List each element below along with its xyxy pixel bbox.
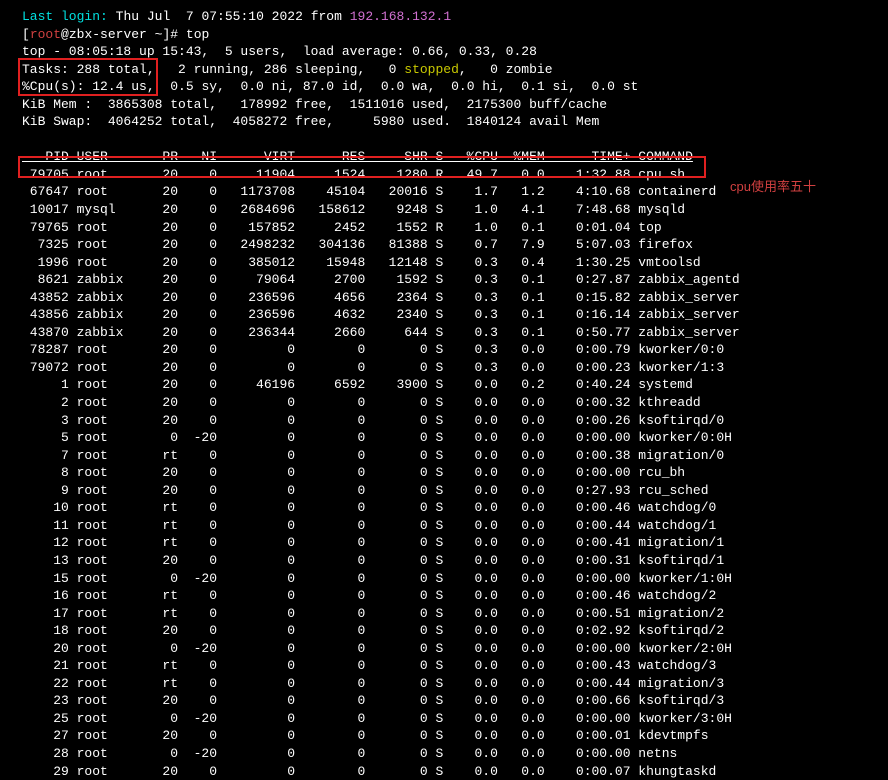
cpu-us-value: 12.4 us, <box>84 79 154 94</box>
process-row[interactable]: 18 root 20 0 0 0 0 S 0.0 0.0 0:02.92 kso… <box>22 622 884 640</box>
login-date: Thu Jul 7 07:55:10 2022 <box>116 9 303 24</box>
top-summary: top - 08:05:18 up 15:43, 5 users, load a… <box>22 43 884 61</box>
process-row[interactable]: 1996 root 20 0 385012 15948 12148 S 0.3 … <box>22 254 884 272</box>
process-row[interactable]: 43856 zabbix 20 0 236596 4632 2340 S 0.3… <box>22 306 884 324</box>
process-row[interactable]: 9 root 20 0 0 0 0 S 0.0 0.0 0:27.93 rcu_… <box>22 482 884 500</box>
process-row[interactable]: 12 root rt 0 0 0 0 S 0.0 0.0 0:00.41 mig… <box>22 534 884 552</box>
process-row[interactable]: 29 root 20 0 0 0 0 S 0.0 0.0 0:00.07 khu… <box>22 763 884 780</box>
top-tasks: Tasks: 288 total, 2 running, 286 sleepin… <box>22 61 884 79</box>
process-row[interactable]: 5 root 0 -20 0 0 0 S 0.0 0.0 0:00.00 kwo… <box>22 429 884 447</box>
process-row[interactable]: 3 root 20 0 0 0 0 S 0.0 0.0 0:00.26 ksof… <box>22 412 884 430</box>
process-row[interactable]: 25 root 0 -20 0 0 0 S 0.0 0.0 0:00.00 kw… <box>22 710 884 728</box>
process-row[interactable]: 11 root rt 0 0 0 0 S 0.0 0.0 0:00.44 wat… <box>22 517 884 535</box>
prompt-host: zbx-server <box>69 27 147 42</box>
process-row[interactable]: 8621 zabbix 20 0 79064 2700 1592 S 0.3 0… <box>22 271 884 289</box>
process-row[interactable]: 17 root rt 0 0 0 0 S 0.0 0.0 0:00.51 mig… <box>22 605 884 623</box>
login-ip: 192.168.132.1 <box>350 9 451 24</box>
top-mem: KiB Mem : 3865308 total, 178992 free, 15… <box>22 96 884 114</box>
process-row[interactable]: 1 root 20 0 46196 6592 3900 S 0.0 0.2 0:… <box>22 376 884 394</box>
prompt-path: ~ <box>155 27 163 42</box>
process-row[interactable]: 16 root rt 0 0 0 0 S 0.0 0.0 0:00.46 wat… <box>22 587 884 605</box>
process-row[interactable]: 79072 root 20 0 0 0 0 S 0.3 0.0 0:00.23 … <box>22 359 884 377</box>
login-line: Last login: Thu Jul 7 07:55:10 2022 from… <box>22 8 884 26</box>
process-row[interactable]: 79765 root 20 0 157852 2452 1552 R 1.0 0… <box>22 219 884 237</box>
prompt-user: root <box>30 27 61 42</box>
process-row[interactable]: 10017 mysql 20 0 2684696 158612 9248 S 1… <box>22 201 884 219</box>
process-row[interactable]: 7 root rt 0 0 0 0 S 0.0 0.0 0:00.38 migr… <box>22 447 884 465</box>
process-row[interactable]: 7325 root 20 0 2498232 304136 81388 S 0.… <box>22 236 884 254</box>
stopped-word: stopped <box>404 62 459 77</box>
process-row[interactable]: 8 root 20 0 0 0 0 S 0.0 0.0 0:00.00 rcu_… <box>22 464 884 482</box>
process-row[interactable]: 23 root 20 0 0 0 0 S 0.0 0.0 0:00.66 kso… <box>22 692 884 710</box>
process-row[interactable]: 43870 zabbix 20 0 236344 2660 644 S 0.3 … <box>22 324 884 342</box>
process-row[interactable]: 78287 root 20 0 0 0 0 S 0.3 0.0 0:00.79 … <box>22 341 884 359</box>
annotation-text: cpu使用率五十 <box>730 178 816 196</box>
prompt-line[interactable]: [root@zbx-server ~]# top <box>22 26 884 44</box>
process-row[interactable]: 2 root 20 0 0 0 0 S 0.0 0.0 0:00.32 kthr… <box>22 394 884 412</box>
login-prefix: Last login: <box>22 9 108 24</box>
blank-line <box>22 131 884 149</box>
process-header: PID USER PR NI VIRT RES SHR S %CPU %MEM … <box>22 148 884 166</box>
prompt-command: top <box>186 27 209 42</box>
process-row[interactable]: 20 root 0 -20 0 0 0 S 0.0 0.0 0:00.00 kw… <box>22 640 884 658</box>
process-row[interactable]: 28 root 0 -20 0 0 0 S 0.0 0.0 0:00.00 ne… <box>22 745 884 763</box>
process-row[interactable]: 43852 zabbix 20 0 236596 4656 2364 S 0.3… <box>22 289 884 307</box>
process-row[interactable]: 15 root 0 -20 0 0 0 S 0.0 0.0 0:00.00 kw… <box>22 570 884 588</box>
process-table[interactable]: PID USER PR NI VIRT RES SHR S %CPU %MEM … <box>22 148 884 780</box>
process-row[interactable]: 10 root rt 0 0 0 0 S 0.0 0.0 0:00.46 wat… <box>22 499 884 517</box>
process-row[interactable]: 22 root rt 0 0 0 0 S 0.0 0.0 0:00.44 mig… <box>22 675 884 693</box>
process-row[interactable]: 13 root 20 0 0 0 0 S 0.0 0.0 0:00.31 kso… <box>22 552 884 570</box>
process-row[interactable]: 21 root rt 0 0 0 0 S 0.0 0.0 0:00.43 wat… <box>22 657 884 675</box>
top-swap: KiB Swap: 4064252 total, 4058272 free, 5… <box>22 113 884 131</box>
login-from: from <box>311 9 342 24</box>
top-cpu: %Cpu(s): 12.4 us, 0.5 sy, 0.0 ni, 87.0 i… <box>22 78 884 96</box>
process-row[interactable]: 27 root 20 0 0 0 0 S 0.0 0.0 0:00.01 kde… <box>22 727 884 745</box>
